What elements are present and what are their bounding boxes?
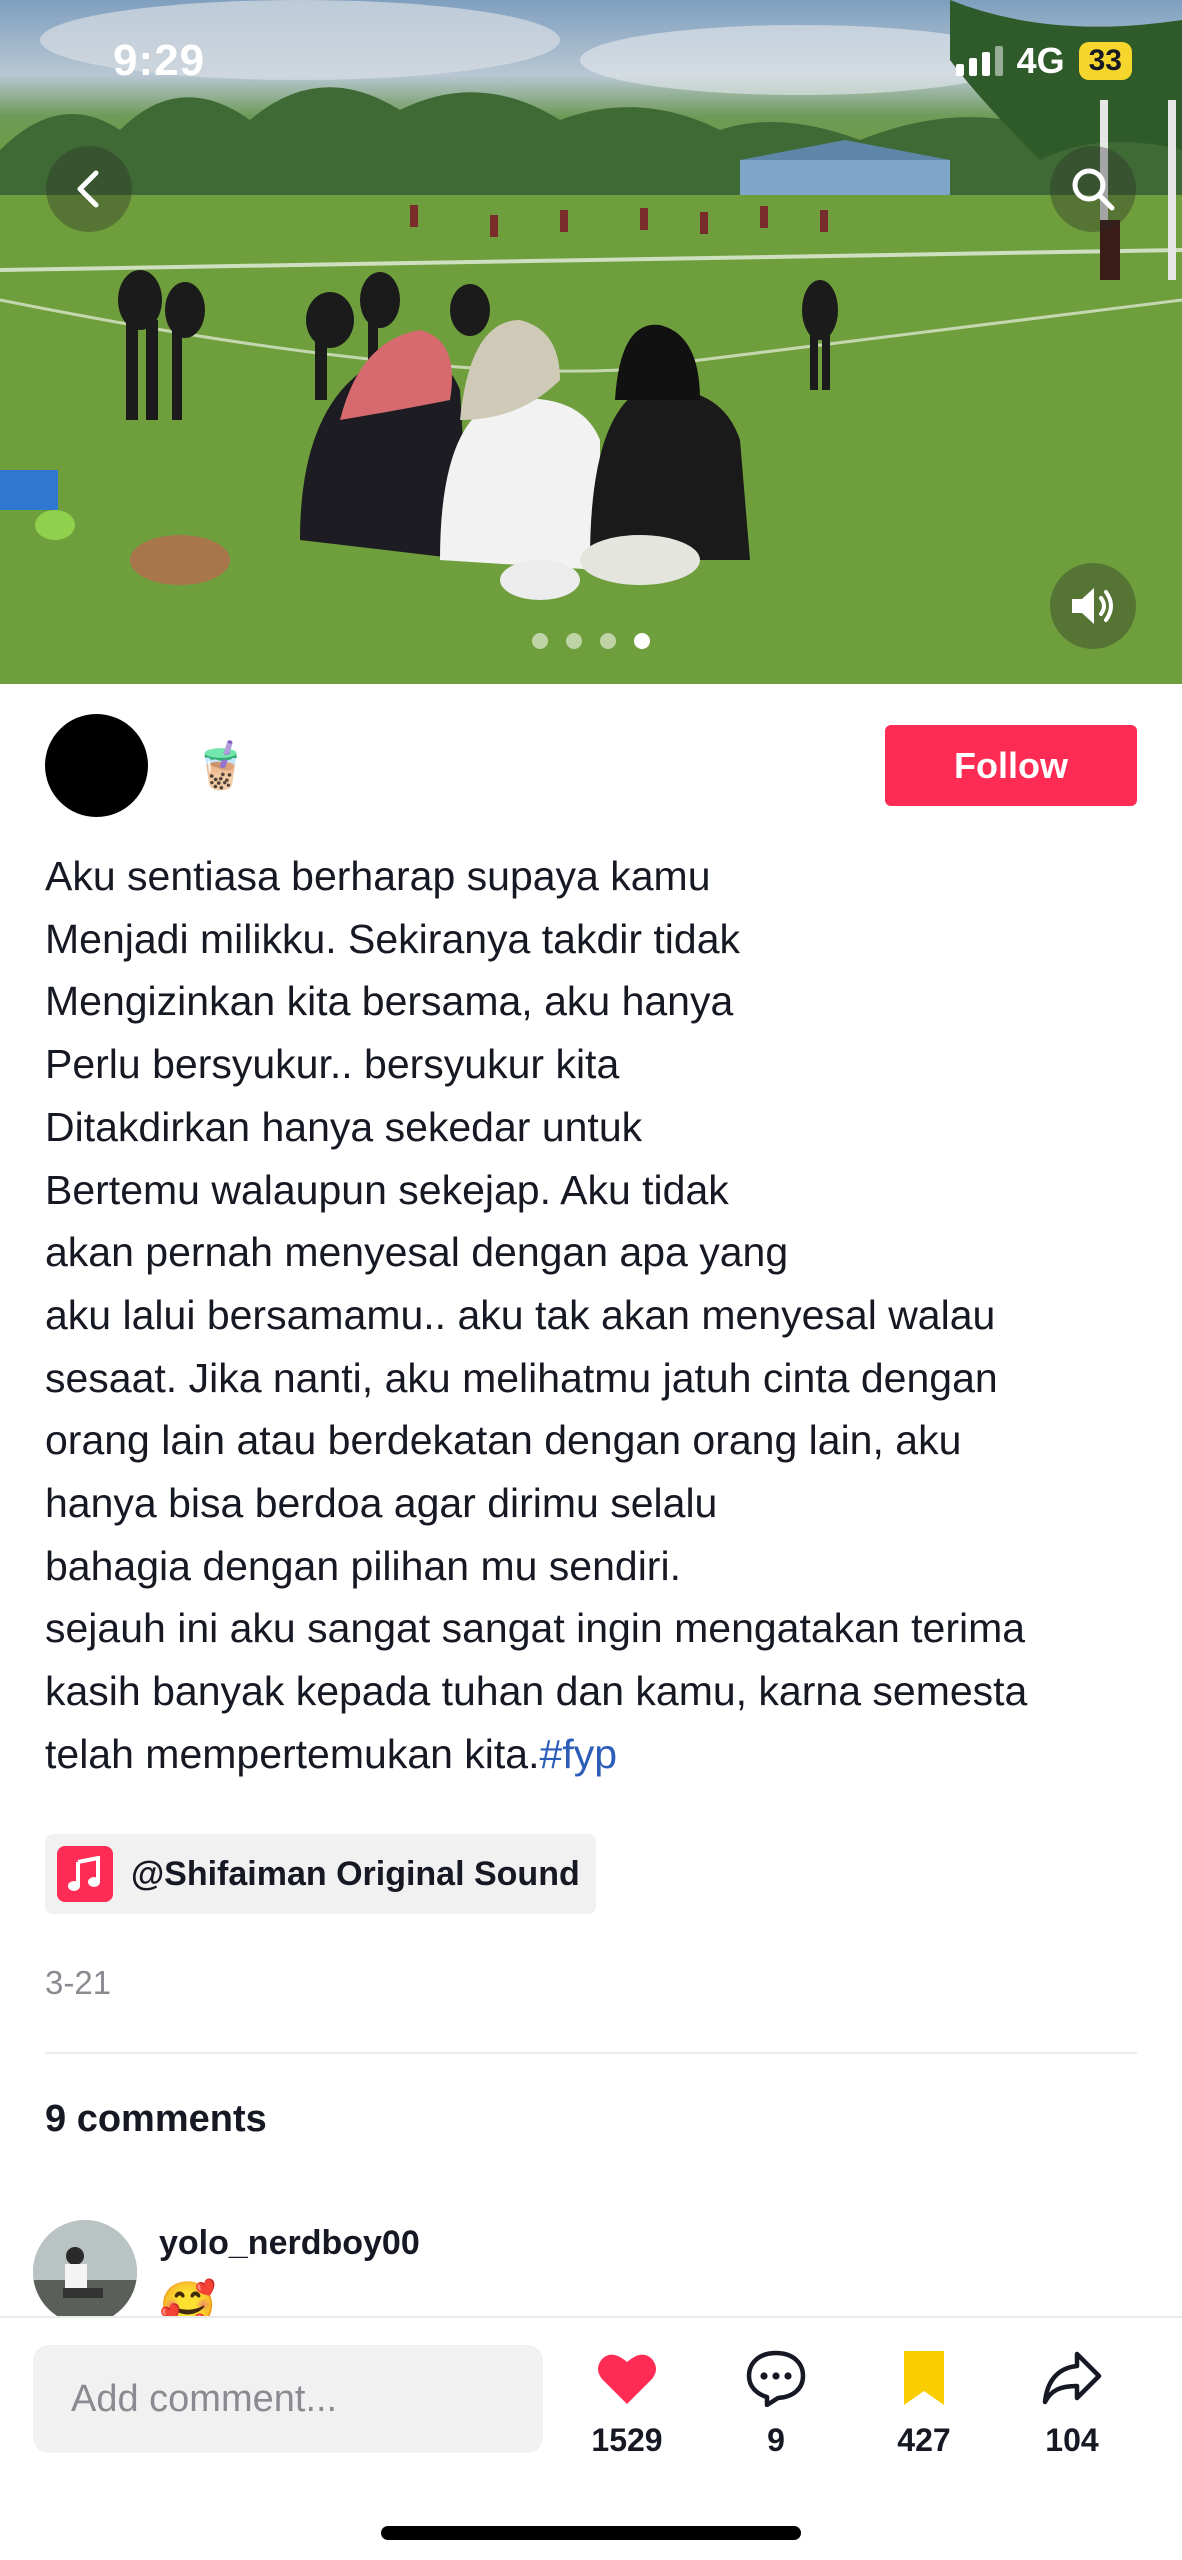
status-indicators: 4G 33 bbox=[955, 40, 1132, 82]
caption-line: hanya bisa berdoa agar dirimu selalu bbox=[45, 1480, 718, 1527]
bottom-action-bar: 1529 9 427 104 bbox=[0, 2316, 1182, 2560]
commenter-username[interactable]: yolo_nerdboy00 bbox=[159, 2224, 420, 2263]
like-button[interactable]: 1529 bbox=[567, 2346, 687, 2459]
caption-line: Perlu bersyukur.. bersyukur kita bbox=[45, 1041, 620, 1088]
caption-line: sesaat. Jika nanti, aku melihatmu jatuh … bbox=[45, 1354, 998, 1401]
author-avatar[interactable] bbox=[45, 714, 148, 817]
caption-line: Menjadi milikku. Sekiranya takdir tidak bbox=[45, 915, 740, 962]
caption-line-text: telah mempertemukan kita. bbox=[45, 1730, 540, 1777]
hashtag-link[interactable]: #fyp bbox=[540, 1731, 618, 1777]
network-type: 4G bbox=[1016, 40, 1065, 81]
sound-label: @Shifaiman Original Sound bbox=[131, 1854, 580, 1893]
commenter-avatar[interactable] bbox=[33, 2220, 137, 2316]
caption-last-line: telah mempertemukan kita.#fyp bbox=[45, 1723, 1155, 1786]
like-count: 1529 bbox=[591, 2422, 663, 2458]
caption-line: Mengizinkan kita bersama, aku hanya bbox=[45, 978, 734, 1025]
author-name[interactable]: 🧋 bbox=[192, 738, 249, 793]
comment-count: 9 bbox=[767, 2422, 785, 2458]
bookmark-icon bbox=[904, 2351, 944, 2405]
caption-line: bahagia dengan pilihan mu sendiri. bbox=[45, 1542, 681, 1589]
comment-item[interactable]: yolo_nerdboy00 🥰 bbox=[33, 2220, 1143, 2316]
post-date: 3-21 bbox=[45, 1964, 112, 2001]
sound-chip[interactable]: @Shifaiman Original Sound bbox=[45, 1834, 596, 1914]
caption-line: aku lalui bersamamu.. aku tak akan menye… bbox=[45, 1291, 996, 1338]
back-button[interactable] bbox=[46, 146, 132, 232]
post-image-carousel[interactable]: 9:29 4G 33 bbox=[0, 0, 1182, 684]
page-dot-active[interactable] bbox=[634, 633, 650, 649]
caption-line: orang lain atau berdekatan dengan orang … bbox=[45, 1417, 962, 1464]
add-comment-input[interactable] bbox=[33, 2345, 543, 2453]
share-count: 104 bbox=[1045, 2422, 1099, 2458]
caption-line: Aku sentiasa berharap supaya kamu bbox=[45, 853, 711, 899]
follow-button[interactable]: Follow bbox=[885, 725, 1137, 806]
share-arrow-icon bbox=[1042, 2351, 1102, 2405]
post-caption: Aku sentiasa berharap supaya kamu Menjad… bbox=[45, 845, 1155, 1786]
caption-line: kasih banyak kepada tuhan dan kamu, karn… bbox=[45, 1668, 1028, 1715]
share-button[interactable]: 104 bbox=[1012, 2346, 1132, 2459]
carousel-page-indicator bbox=[0, 633, 1182, 649]
search-icon bbox=[1072, 168, 1115, 211]
caption-line: Bertemu walaupun sekejap. Aku tidak bbox=[45, 1166, 729, 1213]
author-row: 🧋 Follow bbox=[45, 713, 1137, 818]
cellular-signal-icon bbox=[955, 46, 1003, 76]
home-indicator[interactable] bbox=[381, 2526, 801, 2540]
page-dot[interactable] bbox=[600, 633, 616, 649]
comment-text: 🥰 bbox=[159, 2279, 217, 2316]
speaker-icon bbox=[1072, 588, 1113, 624]
comments-count: 9 comments bbox=[45, 2098, 267, 2140]
status-time: 9:29 bbox=[113, 36, 206, 85]
caption-line: Ditakdirkan hanya sekedar untuk bbox=[45, 1103, 643, 1150]
heart-icon bbox=[598, 2354, 656, 2404]
comment-button[interactable]: 9 bbox=[716, 2346, 836, 2459]
page-dot[interactable] bbox=[566, 633, 582, 649]
music-note-icon bbox=[57, 1846, 113, 1902]
divider bbox=[45, 2052, 1137, 2054]
battery-level: 33 bbox=[1078, 42, 1132, 80]
favorite-button[interactable]: 427 bbox=[864, 2346, 984, 2459]
post-photo bbox=[0, 0, 1182, 684]
page-dot[interactable] bbox=[532, 633, 548, 649]
favorite-count: 427 bbox=[897, 2422, 951, 2458]
search-button[interactable] bbox=[1050, 146, 1136, 232]
caption-line: sejauh ini aku sangat sangat ingin menga… bbox=[45, 1605, 1026, 1652]
back-arrow-icon bbox=[77, 170, 99, 208]
comment-bubble-icon bbox=[746, 2350, 806, 2407]
caption-line: akan pernah menyesal dengan apa yang bbox=[45, 1229, 789, 1276]
